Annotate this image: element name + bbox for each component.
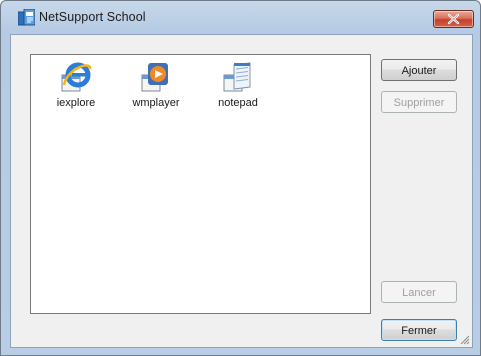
close-window-button[interactable] xyxy=(433,10,474,28)
launch-button[interactable]: Lancer xyxy=(381,281,457,303)
window-title: NetSupport School xyxy=(39,10,146,24)
list-item-label: wmplayer xyxy=(132,97,180,109)
internet-explorer-icon xyxy=(61,62,92,92)
dialog-window: NetSupport School iexplore wmplayer note… xyxy=(0,0,481,356)
close-icon xyxy=(447,13,460,25)
resize-grip[interactable] xyxy=(458,333,470,345)
list-item[interactable]: wmplayer xyxy=(126,61,186,109)
title-bar[interactable]: NetSupport School xyxy=(1,1,480,33)
notepad-icon xyxy=(223,62,251,92)
application-list[interactable]: iexplore wmplayer notepad xyxy=(30,54,371,314)
add-button[interactable]: Ajouter xyxy=(381,59,457,81)
remove-button[interactable]: Supprimer xyxy=(381,91,457,113)
windows-media-player-icon xyxy=(141,63,168,92)
dialog-client-area: iexplore wmplayer notepad Ajouter Suppri… xyxy=(10,34,473,348)
list-item[interactable]: iexplore xyxy=(46,61,106,109)
list-item-label: notepad xyxy=(218,97,258,109)
netsupport-school-icon xyxy=(18,9,35,26)
list-item[interactable]: notepad xyxy=(208,61,268,109)
list-item-label: iexplore xyxy=(56,97,96,109)
close-button[interactable]: Fermer xyxy=(381,319,457,341)
